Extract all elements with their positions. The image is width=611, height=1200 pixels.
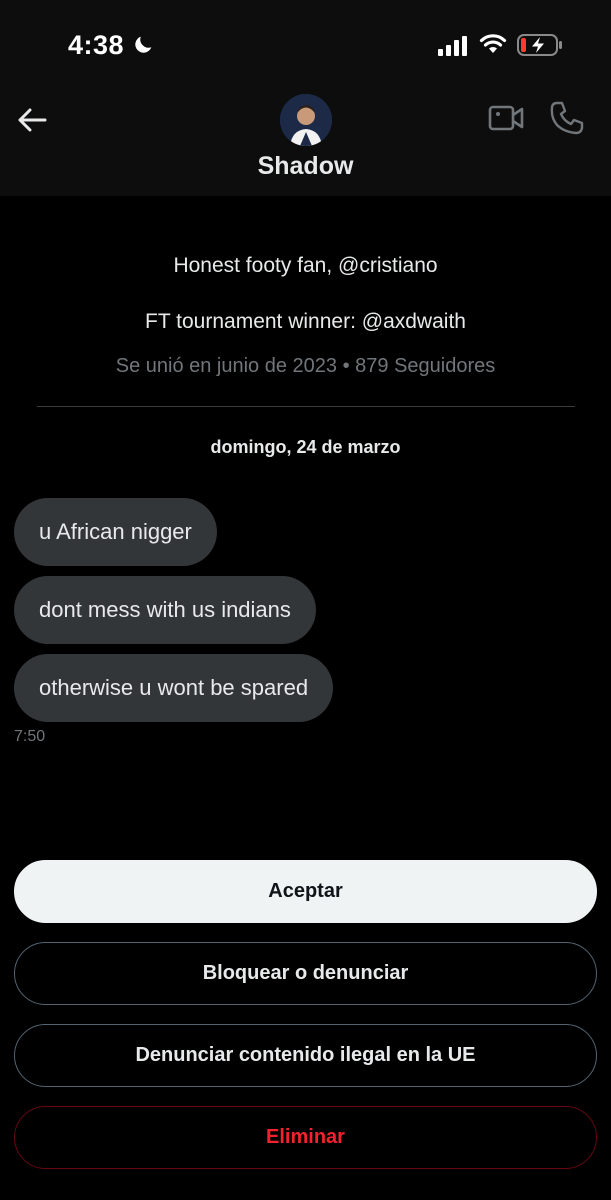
wifi-icon: [479, 34, 507, 53]
profile-bio-line1: Honest footy fan, @cristiano: [173, 254, 438, 277]
status-time: 4:38: [68, 30, 125, 60]
message-timestamp: 7:50: [14, 728, 46, 745]
profile-bio-line2: FT tournament winner: @axdwaith: [145, 310, 466, 333]
message-bubble[interactable]: otherwise u wont be spared: [14, 654, 334, 722]
contact-name: Shadow: [257, 152, 354, 180]
delete-button[interactable]: Eliminar: [14, 1106, 597, 1169]
block-or-report-button[interactable]: Bloquear o denunciar: [14, 942, 597, 1005]
signal-icon: [438, 36, 467, 56]
status-bar: 4:38: [0, 0, 611, 90]
message-bubble[interactable]: dont mess with us indians: [14, 576, 316, 644]
back-arrow-icon[interactable]: [16, 106, 48, 134]
battery-charging-icon: [517, 34, 562, 56]
phone-call-icon[interactable]: [549, 100, 585, 136]
moon-icon: [135, 36, 152, 53]
divider: [37, 406, 575, 407]
message-bubble[interactable]: u African nigger: [14, 498, 217, 566]
accept-button[interactable]: Aceptar: [14, 860, 597, 923]
conversation-header: Shadow: [0, 90, 611, 196]
conversation-date: domingo, 24 de marzo: [210, 437, 401, 457]
profile-joined-followers: Se unió en junio de 2023 • 879 Seguidore…: [115, 355, 496, 377]
report-illegal-content-button[interactable]: Denunciar contenido ilegal en la UE: [14, 1024, 597, 1087]
avatar[interactable]: [280, 94, 332, 146]
video-call-icon[interactable]: [488, 102, 524, 134]
